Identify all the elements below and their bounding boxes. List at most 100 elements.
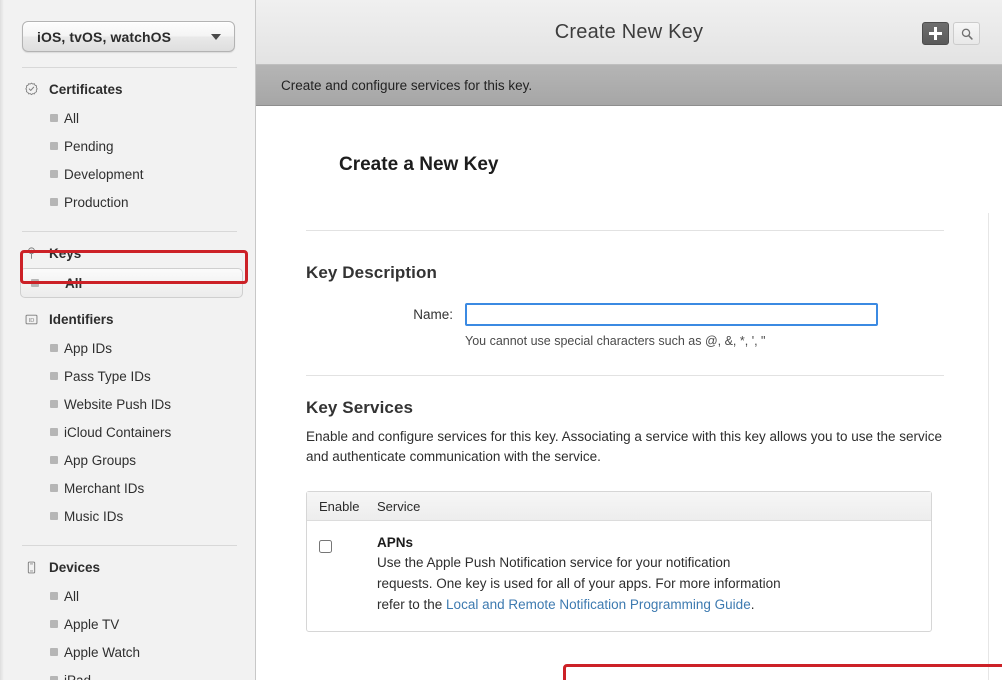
sidebar-group-certificates: Certificates All Pending Development Pro…	[0, 78, 255, 216]
svg-text:ID: ID	[29, 317, 35, 323]
sidebar-group-label: Certificates	[49, 81, 123, 97]
platform-select-value: iOS, tvOS, watchOS	[37, 28, 172, 45]
sidebar-group-keys: Keys All	[0, 242, 255, 298]
column-header-service: Service	[377, 498, 421, 514]
sidebar-item-label: Merchant IDs	[64, 480, 145, 496]
search-icon	[961, 28, 973, 40]
sidebar-group-label: Devices	[49, 559, 101, 575]
application-window: iOS, tvOS, watchOS Certificates All Pend…	[0, 0, 1002, 680]
name-label: Name:	[413, 307, 453, 322]
platform-select-dropdown[interactable]: iOS, tvOS, watchOS	[22, 21, 235, 52]
content-heading: Create a New Key	[339, 154, 499, 175]
notification-programming-guide-link[interactable]: Local and Remote Notification Programmin…	[446, 597, 751, 612]
sub-bar-text: Create and configure services for this k…	[281, 77, 533, 93]
sidebar-divider	[22, 545, 237, 546]
service-description-after: .	[750, 597, 755, 612]
bullet-icon	[50, 198, 58, 206]
sidebar-item-label: All	[65, 275, 83, 291]
sidebar-item-certificates-development[interactable]: Development	[0, 160, 255, 188]
sidebar-item-website-push-ids[interactable]: Website Push IDs	[0, 390, 255, 418]
column-header-enable: Enable	[319, 498, 360, 514]
content-area: Create a New Key Key Description Name: Y…	[256, 106, 1002, 680]
sidebar-item-ipad[interactable]: iPad	[0, 666, 255, 680]
bullet-icon	[31, 279, 39, 287]
services-table: Enable Service APNs Use the Apple Push N…	[306, 491, 932, 632]
sidebar-item-apple-watch[interactable]: Apple Watch	[0, 638, 255, 666]
service-enable-cell	[319, 535, 377, 615]
sidebar-item-icloud-containers[interactable]: iCloud Containers	[0, 418, 255, 446]
sidebar-item-app-ids[interactable]: App IDs	[0, 334, 255, 362]
bullet-icon	[50, 620, 58, 628]
sidebar-item-label: Website Push IDs	[64, 396, 172, 412]
key-description-title: Key Description	[306, 263, 437, 282]
apns-enable-checkbox[interactable]	[319, 540, 332, 553]
certificate-badge-icon	[25, 82, 38, 95]
sidebar-item-label: iPad	[64, 672, 92, 680]
top-bar: Create New Key	[256, 0, 1002, 65]
apns-service-row-highlight	[563, 664, 1002, 680]
sidebar-item-label: App Groups	[64, 452, 137, 468]
sidebar-item-certificates-pending[interactable]: Pending	[0, 132, 255, 160]
sidebar-group-identifiers: ID Identifiers App IDs Pass Type IDs Web…	[0, 308, 255, 530]
key-services-description: Enable and configure services for this k…	[306, 429, 943, 464]
id-card-icon: ID	[25, 314, 38, 324]
bullet-icon	[50, 372, 58, 380]
page-title: Create New Key	[554, 20, 704, 43]
name-help-text: You cannot use special characters such a…	[465, 334, 766, 348]
sidebar-divider	[22, 231, 237, 232]
bullet-icon	[50, 512, 58, 520]
bullet-icon	[50, 142, 58, 150]
sidebar-item-keys-all[interactable]: All	[20, 268, 243, 298]
bullet-icon	[50, 400, 58, 408]
sidebar-item-label: Pending	[64, 138, 114, 154]
content-inner: Key Description Name: You cannot use spe…	[256, 230, 1002, 632]
sidebar-item-devices-all[interactable]: All	[0, 582, 255, 610]
sidebar-item-music-ids[interactable]: Music IDs	[0, 502, 255, 530]
sidebar-item-label: iCloud Containers	[64, 424, 172, 440]
sidebar-item-app-groups[interactable]: App Groups	[0, 446, 255, 474]
sidebar-group-header-keys[interactable]: Keys	[0, 242, 255, 264]
sidebar-item-label: App IDs	[64, 340, 113, 356]
main-panel: Create New Key Create and configure serv…	[256, 0, 1002, 680]
content-right-rule	[988, 213, 989, 680]
sidebar-item-certificates-production[interactable]: Production	[0, 188, 255, 216]
bullet-icon	[50, 428, 58, 436]
plus-icon	[929, 27, 942, 40]
sidebar-item-merchant-ids[interactable]: Merchant IDs	[0, 474, 255, 502]
sidebar-group-header-certificates[interactable]: Certificates	[0, 78, 255, 100]
bullet-icon	[50, 170, 58, 178]
sidebar-group-label: Keys	[49, 245, 82, 261]
service-description: Use the Apple Push Notification service …	[377, 552, 782, 615]
sidebar-group-header-devices[interactable]: Devices	[0, 556, 255, 578]
topbar-actions	[922, 22, 980, 45]
content-divider	[306, 230, 944, 231]
sidebar: iOS, tvOS, watchOS Certificates All Pend…	[0, 0, 256, 680]
bullet-icon	[50, 456, 58, 464]
sidebar-item-label: Development	[64, 166, 144, 182]
name-field-row: Name:	[306, 303, 954, 326]
sidebar-group-header-identifiers[interactable]: ID Identifiers	[0, 308, 255, 330]
sidebar-item-certificates-all[interactable]: All	[0, 104, 255, 132]
sidebar-item-apple-tv[interactable]: Apple TV	[0, 610, 255, 638]
key-icon	[28, 246, 35, 259]
service-info-cell: APNs Use the Apple Push Notification ser…	[377, 535, 917, 615]
add-button[interactable]	[922, 22, 949, 45]
search-button[interactable]	[953, 22, 980, 45]
sub-bar: Create and configure services for this k…	[256, 65, 1002, 106]
bullet-icon	[50, 592, 58, 600]
sidebar-divider	[22, 67, 237, 68]
sidebar-item-pass-type-ids[interactable]: Pass Type IDs	[0, 362, 255, 390]
content-divider	[306, 375, 944, 376]
bullet-icon	[50, 114, 58, 122]
bullet-icon	[50, 676, 58, 680]
bullet-icon	[50, 344, 58, 352]
service-name: APNs	[377, 535, 414, 550]
chevron-down-icon	[211, 33, 221, 40]
sidebar-item-label: Apple Watch	[64, 644, 141, 660]
device-phone-icon	[27, 561, 36, 573]
services-table-header: Enable Service	[307, 492, 931, 521]
sidebar-item-label: Music IDs	[64, 508, 124, 524]
bullet-icon	[50, 648, 58, 656]
name-input[interactable]	[465, 303, 878, 326]
key-services-title: Key Services	[306, 398, 414, 417]
